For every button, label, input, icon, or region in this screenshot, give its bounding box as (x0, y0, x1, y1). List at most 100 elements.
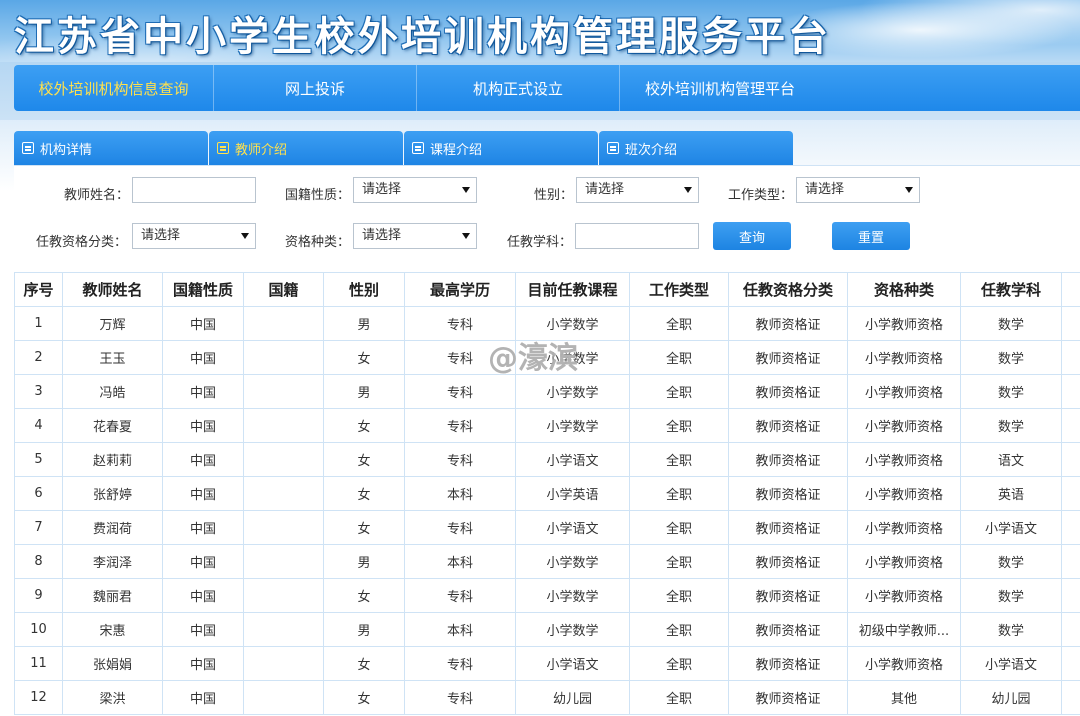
table-cell (243, 476, 324, 511)
table-cell: 20 (1061, 374, 1080, 409)
table-cell: 全职 (629, 476, 729, 511)
table-cell: 宋惠 (62, 612, 163, 647)
column-header: 序号 (14, 272, 63, 307)
nationality-type-select[interactable]: 请选择 (353, 177, 477, 203)
table-cell (243, 408, 324, 443)
select-value: 请选择 (805, 182, 845, 197)
select-value: 请选择 (585, 182, 625, 197)
table-cell: 5 (14, 442, 63, 477)
column-header: 目前任教课程 (515, 272, 630, 307)
nav-item-management-platform[interactable]: 校外培训机构管理平台 (620, 65, 820, 111)
table-cell: 中国 (162, 510, 244, 545)
column-header: 国籍性质 (162, 272, 244, 307)
nav-item-formal-establishment[interactable]: 机构正式设立 (417, 65, 620, 111)
table-cell (243, 680, 324, 715)
qualification-kind-select[interactable]: 请选择 (353, 223, 477, 249)
chevron-down-icon (684, 187, 692, 193)
list-icon (412, 142, 424, 154)
column-header: 性别 (323, 272, 405, 307)
table-row: 9魏丽君中国 女专科小学数学全职教师资格证小学教师资格数学20 (14, 578, 1080, 613)
table-cell: 小学语文 (515, 510, 630, 545)
filter-panel: 教师姓名： 国籍性质： 请选择 性别： 请选择 工作类型： 请选择 任教资格分类… (14, 165, 1080, 263)
chevron-down-icon (241, 233, 249, 239)
tab-teacher-intro[interactable]: 教师介绍 (209, 131, 403, 165)
table-cell (243, 340, 324, 375)
table-cell: 费润荷 (62, 510, 163, 545)
table-row: 7费润荷中国女专科小学语文全职教师资格证小学教师资格小学语文20 (14, 510, 1080, 545)
tab-label: 教师介绍 (235, 142, 288, 158)
table-cell: 张舒婷 (62, 476, 163, 511)
tab-label: 课程介绍 (430, 142, 483, 158)
table-cell: 小学数学 (515, 340, 630, 375)
table-cell: 数学 (960, 306, 1062, 341)
table-cell: 教师资格证 (728, 476, 848, 511)
table-cell: 小学数学 (515, 374, 630, 409)
table-cell: 张娟娟 (62, 646, 163, 681)
table-cell: 女 (323, 476, 405, 511)
table-cell: 花春夏 (62, 408, 163, 443)
table-cell: 专科 (404, 578, 516, 613)
qualification-category-select[interactable]: 请选择 (132, 223, 256, 249)
work-type-select[interactable]: 请选择 (796, 177, 920, 203)
gender-select[interactable]: 请选择 (576, 177, 699, 203)
table-cell: 男 (323, 612, 405, 647)
table-cell: 教师资格证 (728, 442, 848, 477)
table-cell: 20 (1061, 612, 1080, 647)
nav-item-info-query[interactable]: 校外培训机构信息查询 (14, 65, 214, 111)
list-icon (217, 142, 229, 154)
select-value: 请选择 (362, 228, 402, 243)
table-cell: 其他 (847, 680, 961, 715)
tab-institution-details[interactable]: 机构详情 (14, 131, 208, 165)
table-cell: 英语 (960, 476, 1062, 511)
table-cell: 小学教师资格 (847, 646, 961, 681)
list-icon (607, 142, 619, 154)
table-cell: 中国 (162, 680, 244, 715)
table-cell: 20 (1061, 476, 1080, 511)
table-cell: 2 (14, 340, 63, 375)
table-cell (243, 578, 324, 613)
table-cell (243, 646, 324, 681)
table-cell: 中国 (162, 442, 244, 477)
table-cell: 小学数学 (515, 408, 630, 443)
column-header: 工作类型 (629, 272, 729, 307)
subject-input[interactable] (575, 223, 699, 249)
tab-class-intro[interactable]: 班次介绍 (599, 131, 793, 165)
table-cell: 幼儿园 (960, 680, 1062, 715)
table-cell (243, 612, 324, 647)
table-cell: 教师资格证 (728, 408, 848, 443)
table-cell: 男 (323, 306, 405, 341)
nav-item-online-complaint[interactable]: 网上投诉 (214, 65, 417, 111)
table-cell: 数学 (960, 374, 1062, 409)
teacher-name-input[interactable] (132, 177, 256, 203)
table-cell: 语文 (960, 442, 1062, 477)
table-cell: 小学数学 (515, 544, 630, 579)
tab-course-intro[interactable]: 课程介绍 (404, 131, 598, 165)
table-cell: 小学数学 (515, 306, 630, 341)
list-icon (22, 142, 34, 154)
table-cell: 教师资格证 (728, 510, 848, 545)
table-cell: 教师资格证 (728, 544, 848, 579)
table-cell (243, 544, 324, 579)
table-cell: 幼儿园 (515, 680, 630, 715)
table-cell: 本科 (404, 544, 516, 579)
table-cell (243, 510, 324, 545)
table-cell: 20 (1061, 680, 1080, 715)
search-button[interactable]: 查询 (713, 222, 791, 250)
reset-button[interactable]: 重置 (832, 222, 910, 250)
table-cell: 中国 (162, 612, 244, 647)
table-cell: 11 (14, 646, 63, 681)
table-row: 11张娟娟中国女专科小学语文全职教师资格证小学教师资格小学语文20 (14, 646, 1080, 681)
table-cell: 全职 (629, 374, 729, 409)
table-row: 3冯皓中国 男专科小学数学全职教师资格证小学教师资格数学20 (14, 374, 1080, 409)
table-cell: 教师资格证 (728, 578, 848, 613)
table-cell: 20 (1061, 578, 1080, 613)
table-cell: 专科 (404, 374, 516, 409)
table-cell: 小学教师资格 (847, 442, 961, 477)
chevron-down-icon (462, 233, 470, 239)
table-row: 10宋惠中国 男本科小学数学全职教师资格证初级中学教师...数学20 (14, 612, 1080, 647)
table-cell: 6 (14, 476, 63, 511)
table-cell: 小学数学 (515, 612, 630, 647)
site-title: 江苏省中小学生校外培训机构管理服务平台 (14, 14, 831, 60)
table-row: 2王玉中国 女专科小学数学全职教师资格证小学教师资格数学20 (14, 340, 1080, 375)
header-banner: 江苏省中小学生校外培训机构管理服务平台 (0, 0, 1080, 62)
